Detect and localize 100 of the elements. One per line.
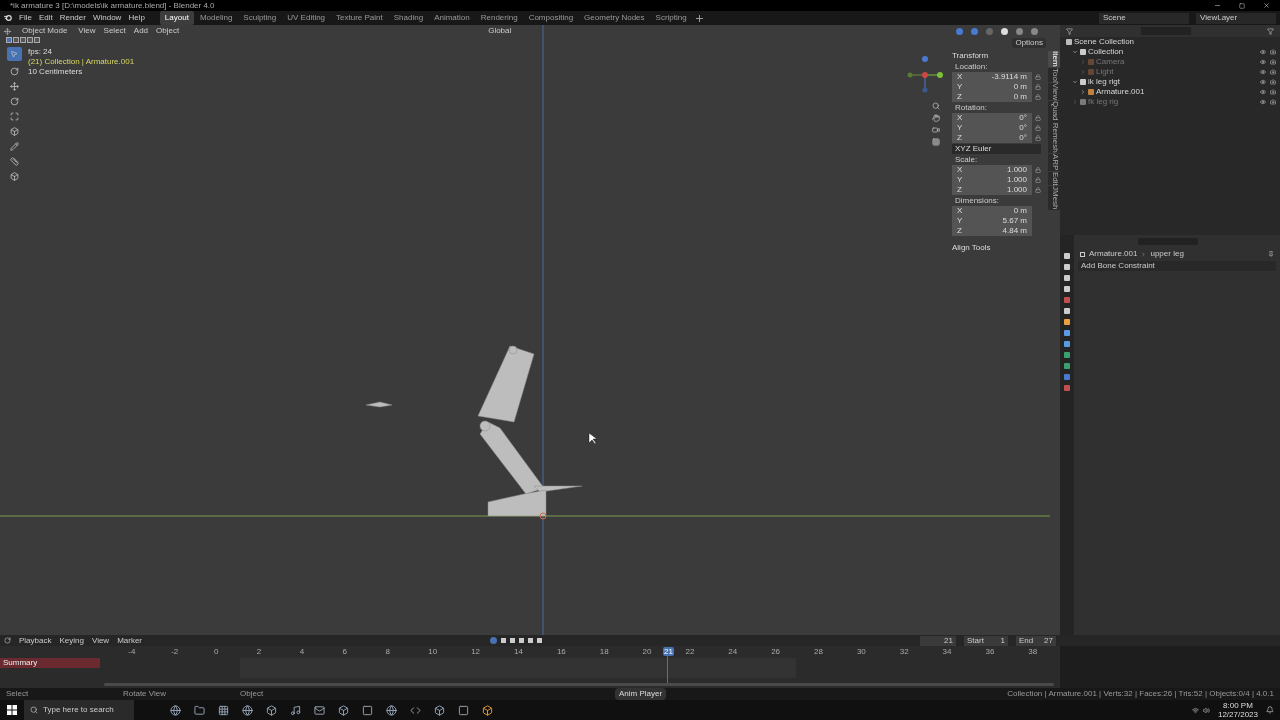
workspace-tab[interactable]: Layout xyxy=(159,11,194,25)
lock-icon[interactable] xyxy=(1035,135,1041,141)
menu-item[interactable]: Window xyxy=(92,12,122,24)
lock-icon[interactable] xyxy=(1035,115,1041,121)
number-field[interactable]: Y 0 m xyxy=(952,82,1032,92)
panel-header[interactable]: Transform xyxy=(952,51,1046,61)
workspace-tab[interactable]: Texture Paint xyxy=(331,11,388,25)
menu-item[interactable]: View xyxy=(78,25,96,37)
mode-selector[interactable]: Object Mode xyxy=(19,26,71,36)
taskbar-app-icon[interactable] xyxy=(170,704,181,716)
visibility-icon[interactable] xyxy=(1260,69,1266,75)
taskbar-app-icon[interactable] xyxy=(290,704,301,716)
sidebar-tab[interactable]: Quad Remesh xyxy=(1048,101,1060,154)
outliner-row[interactable]: ik leg rigt xyxy=(1060,77,1280,87)
menu-item[interactable]: Help xyxy=(128,12,145,24)
visibility-icon[interactable] xyxy=(1260,89,1266,95)
filter-icon[interactable] xyxy=(1267,27,1274,35)
wifi-icon[interactable] xyxy=(1191,706,1199,714)
number-field[interactable]: Y 0° xyxy=(952,123,1032,133)
taskbar-app-icon[interactable] xyxy=(218,704,229,716)
windows-start-icon[interactable] xyxy=(7,705,17,715)
tool-icon[interactable] xyxy=(9,97,19,106)
expand-icon[interactable] xyxy=(1072,49,1078,55)
editor-type-icon[interactable] xyxy=(4,27,11,35)
menu-item[interactable]: View xyxy=(91,634,110,647)
taskbar-app-icon[interactable] xyxy=(386,704,397,716)
orientation-selector[interactable]: Global xyxy=(485,26,515,36)
render-icon[interactable] xyxy=(1270,69,1276,75)
taskbar-app-icon[interactable] xyxy=(482,704,493,716)
sidebar-tab[interactable]: Tool xyxy=(1048,67,1060,83)
tool-icon[interactable] xyxy=(9,127,19,136)
current-frame-field[interactable]: 21 xyxy=(920,635,956,646)
scene-selector[interactable]: Scene xyxy=(1099,12,1189,24)
end-frame-field[interactable]: End 27 xyxy=(1016,635,1056,646)
workspace-tab[interactable]: Compositing xyxy=(523,11,579,25)
outliner-row[interactable]: Scene Collection xyxy=(1060,37,1280,47)
record-button[interactable] xyxy=(490,637,498,644)
sidebar-tab[interactable]: Item xyxy=(1048,51,1060,67)
maximize-icon[interactable] xyxy=(1239,2,1245,9)
number-field[interactable]: Y 1.000 xyxy=(952,175,1032,185)
workspace-tab[interactable]: UV Editing xyxy=(282,11,331,25)
tool-icon[interactable] xyxy=(9,142,19,151)
menu-item[interactable]: Select xyxy=(103,25,126,37)
outliner-row[interactable]: Armature.001 xyxy=(1060,87,1280,97)
number-field[interactable]: Z 4.84 m xyxy=(952,226,1032,236)
clock-date[interactable]: 12/27/2023 xyxy=(1217,710,1258,719)
lock-icon[interactable] xyxy=(1035,177,1041,183)
channel-row[interactable]: Summary xyxy=(0,658,100,668)
number-field[interactable]: Z 1.000 xyxy=(952,185,1032,195)
lock-icon[interactable] xyxy=(1035,94,1041,100)
workspace-tab[interactable]: Animation xyxy=(429,11,475,25)
clock-time[interactable]: 8:00 PM xyxy=(1223,701,1253,710)
notification-icon[interactable] xyxy=(1266,706,1274,714)
render-icon[interactable] xyxy=(1270,99,1276,105)
lock-icon[interactable] xyxy=(1035,125,1041,131)
render-icon[interactable] xyxy=(1270,59,1276,65)
navigation-icon[interactable] xyxy=(932,102,940,110)
outliner-row[interactable]: Collection xyxy=(1060,47,1280,57)
taskbar-app-icon[interactable] xyxy=(362,704,373,716)
lock-icon[interactable] xyxy=(1035,84,1041,90)
number-field[interactable]: Y 5.67 m xyxy=(952,216,1032,226)
tool-icon[interactable] xyxy=(9,172,19,181)
visibility-icon[interactable] xyxy=(1260,59,1266,65)
sidebar-tab[interactable]: View xyxy=(1048,83,1060,101)
lock-icon[interactable] xyxy=(1035,74,1041,80)
navigation-icon[interactable] xyxy=(932,138,940,146)
tool-icon[interactable] xyxy=(9,112,19,121)
select-tool-icon[interactable] xyxy=(6,47,22,61)
number-field[interactable]: X 0 m xyxy=(952,206,1032,216)
taskbar-app-icon[interactable] xyxy=(338,704,349,716)
visibility-icon[interactable] xyxy=(1260,99,1266,105)
options-button[interactable]: Options xyxy=(1012,38,1046,48)
view-layer-selector[interactable]: ViewLayer xyxy=(1196,12,1276,24)
taskbar-app-icon[interactable] xyxy=(458,704,469,716)
taskbar-app-icon[interactable] xyxy=(194,704,205,716)
playhead-line[interactable] xyxy=(667,656,668,686)
axis-gizmo-drawing[interactable] xyxy=(907,56,943,93)
sidebar-tab[interactable]: JMesh xyxy=(1048,186,1060,210)
tool-icon[interactable] xyxy=(9,82,19,91)
sidebar-tab[interactable]: Edit xyxy=(1048,171,1060,186)
workspace-tab[interactable]: Modeling xyxy=(194,11,238,25)
add-constraint-dropdown[interactable]: Add Bone Constraint xyxy=(1078,261,1276,271)
pin-icon[interactable] xyxy=(1268,251,1274,257)
taskbar-app-icon[interactable] xyxy=(266,704,277,716)
workspace-tab[interactable]: Geometry Nodes xyxy=(579,11,650,25)
tool-icon[interactable] xyxy=(9,67,19,76)
workspace-tab[interactable]: Rendering xyxy=(475,11,523,25)
expand-icon[interactable] xyxy=(1080,89,1086,95)
menu-item[interactable]: Keying xyxy=(59,634,84,647)
workspace-tab[interactable]: Shading xyxy=(388,11,429,25)
start-frame-field[interactable]: Start 1 xyxy=(964,635,1008,646)
tool-icon[interactable] xyxy=(9,157,19,166)
visibility-icon[interactable] xyxy=(1260,49,1266,55)
menu-item[interactable]: File xyxy=(19,12,32,24)
playhead-frame[interactable]: 21 xyxy=(663,647,674,656)
number-field[interactable]: Z 0 m xyxy=(952,92,1032,102)
menu-item[interactable]: Marker xyxy=(117,634,143,647)
render-icon[interactable] xyxy=(1270,49,1276,55)
sidebar-tab[interactable]: ARP xyxy=(1048,154,1060,171)
navigation-icon[interactable] xyxy=(932,126,940,134)
